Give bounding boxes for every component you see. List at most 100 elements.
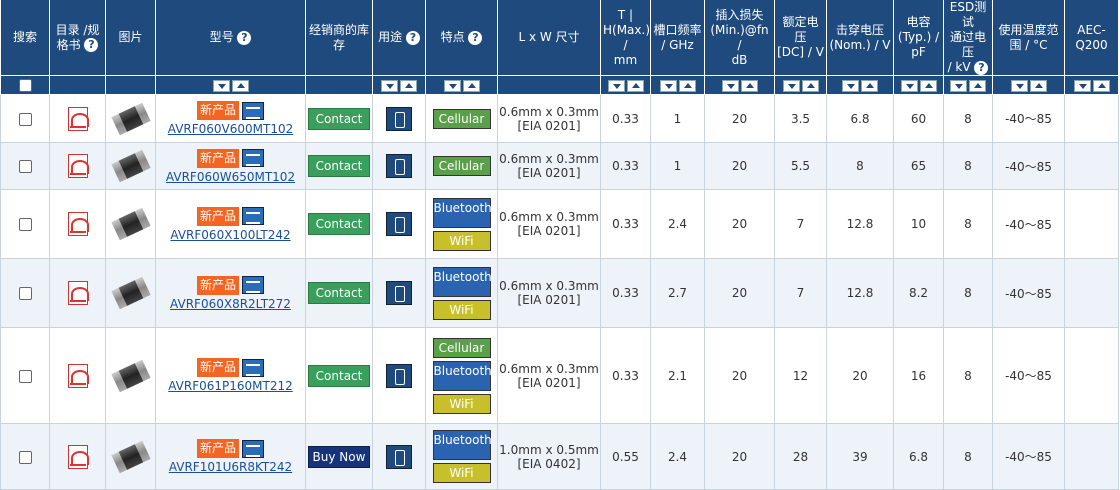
compare-icon[interactable] <box>242 439 264 458</box>
row-checkbox[interactable] <box>18 160 32 173</box>
stock-button[interactable]: Contact <box>307 213 371 235</box>
stock-button[interactable]: Contact <box>307 364 371 387</box>
sort-asc-button[interactable] <box>969 79 986 92</box>
help-icon[interactable]: ? <box>405 30 420 45</box>
capacitance-cell: 10 <box>893 189 944 259</box>
chip-component-image <box>110 276 151 310</box>
row-select-cell <box>0 327 50 424</box>
size-eia: [EIA 0201] <box>517 166 581 180</box>
sort-asc-button[interactable] <box>231 79 249 92</box>
new-product-badge: 新产品 <box>196 148 239 168</box>
esd-cell: 8 <box>943 189 993 259</box>
size-cell: 0.6mm x 0.3mm [EIA 0201] <box>497 327 601 424</box>
help-icon[interactable]: ? <box>974 60 989 75</box>
sort-asc-button[interactable] <box>1092 79 1110 92</box>
stock-button[interactable]: Contact <box>307 282 371 304</box>
model-link[interactable]: AVRF060X8R2LT272 <box>156 297 305 311</box>
rated-voltage-cell: 7 <box>774 258 827 328</box>
compare-icon[interactable] <box>242 207 264 225</box>
model-link[interactable]: AVRF060W650MT102 <box>156 170 305 184</box>
compare-icon[interactable] <box>242 276 264 294</box>
sort-desc-button[interactable] <box>900 79 918 92</box>
row-checkbox[interactable] <box>18 112 32 126</box>
model-link[interactable]: AVRF061P160MT212 <box>156 379 305 393</box>
pdf-icon[interactable] <box>67 281 89 305</box>
col-temperature: 使用温度范围 / °C <box>992 0 1065 76</box>
sort-asc-button[interactable] <box>462 79 480 92</box>
sort-asc-button[interactable] <box>801 79 819 92</box>
row-checkbox[interactable] <box>18 450 32 464</box>
stock-button[interactable]: Buy Now <box>307 445 371 468</box>
feature-badge-bluetooth: Bluetooth <box>432 430 492 460</box>
model-link[interactable]: AVRF060X100LT242 <box>156 228 305 242</box>
feature-badge-bluetooth: Bluetooth <box>432 266 492 297</box>
phone-icon <box>386 212 412 236</box>
model-cell: 新产品 AVRF060X100LT242 <box>155 189 306 259</box>
capacitance-cell: 8.2 <box>893 258 944 328</box>
sort-asc-button[interactable] <box>1029 79 1047 92</box>
help-icon[interactable]: ? <box>468 30 483 45</box>
size-cell: 0.6mm x 0.3mm [EIA 0201] <box>497 142 601 190</box>
sort-desc-button[interactable] <box>782 79 800 92</box>
stock-button[interactable]: Contact <box>307 107 371 130</box>
new-product-badge: 新产品 <box>196 101 239 120</box>
sort-desc-button[interactable] <box>212 79 230 92</box>
sort-desc-button[interactable] <box>659 79 677 92</box>
compare-icon[interactable] <box>242 149 264 167</box>
breakdown-voltage-cell: 12.8 <box>826 189 894 259</box>
pdf-icon[interactable] <box>67 106 89 131</box>
col-search: 搜索 <box>0 0 50 76</box>
chip-component-image <box>110 359 151 392</box>
model-link[interactable]: AVRF101U6R8KT242 <box>156 460 305 474</box>
table-row: 新产品 AVRF061P160MT212 Contact Cellular Blue… <box>0 327 1119 424</box>
sort-desc-button[interactable] <box>1073 79 1091 92</box>
stock-cell: Contact <box>305 327 373 424</box>
image-cell <box>105 258 156 328</box>
stock-cell: Buy Now <box>305 423 373 490</box>
row-checkbox[interactable] <box>18 218 32 231</box>
sort-asc-button[interactable] <box>861 79 878 92</box>
stock-cell: Contact <box>305 189 373 259</box>
row-checkbox[interactable] <box>18 287 32 300</box>
size-eia: [EIA 0402] <box>517 456 581 471</box>
sort-desc-button[interactable] <box>443 79 461 92</box>
pdf-icon[interactable] <box>67 212 89 236</box>
compare-icon[interactable] <box>242 101 264 120</box>
aec-cell <box>1064 423 1119 490</box>
sort-asc-button[interactable] <box>400 79 417 92</box>
sort-desc-button[interactable] <box>607 79 625 92</box>
capacitance-cell: 16 <box>893 327 944 424</box>
catalog-cell <box>49 258 106 328</box>
table-row: 新产品 AVRF060X100LT242 Contact Bluetooth WiF… <box>0 189 1119 259</box>
help-icon[interactable]: ? <box>237 30 252 45</box>
compare-icon[interactable] <box>242 358 264 377</box>
sort-desc-button[interactable] <box>842 79 859 92</box>
catalog-cell <box>49 423 106 490</box>
sort-asc-button[interactable] <box>626 79 644 92</box>
row-checkbox[interactable] <box>18 369 32 383</box>
size-dimensions: 0.6mm x 0.3mm <box>499 152 599 166</box>
sort-desc-button[interactable] <box>721 79 739 92</box>
image-cell <box>105 94 156 143</box>
select-all-checkbox[interactable] <box>18 79 32 92</box>
new-product-badge: 新产品 <box>196 206 239 226</box>
sort-asc-button[interactable] <box>678 79 696 92</box>
sort-desc-button[interactable] <box>381 79 398 92</box>
help-icon[interactable]: ? <box>84 38 99 52</box>
features-cell: Cellular <box>425 142 498 190</box>
sort-desc-button[interactable] <box>1010 79 1028 92</box>
feature-badge-cellular: Cellular <box>432 337 491 358</box>
sort-asc-button[interactable] <box>919 79 937 92</box>
sort-desc-button[interactable] <box>950 79 967 92</box>
model-link[interactable]: AVRF060V600MT102 <box>156 122 305 136</box>
col-frequency: 槽口频率 / GHz <box>650 0 705 76</box>
breakdown-voltage-cell: 12.8 <box>826 258 894 328</box>
sort-asc-button[interactable] <box>740 79 758 92</box>
pdf-icon[interactable] <box>67 444 89 469</box>
stock-button[interactable]: Contact <box>307 155 371 177</box>
pdf-icon[interactable] <box>67 363 89 388</box>
breakdown-voltage-cell: 20 <box>826 327 894 424</box>
image-cell <box>105 142 156 190</box>
model-cell: 新产品 AVRF061P160MT212 <box>155 327 306 424</box>
pdf-icon[interactable] <box>67 154 89 178</box>
